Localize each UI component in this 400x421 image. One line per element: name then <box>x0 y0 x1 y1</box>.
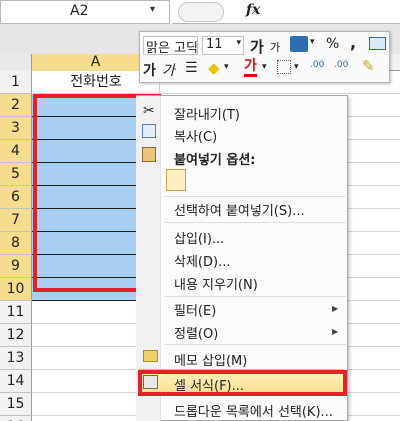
menu-item-paste-special[interactable]: 선택하여 붙여넣기(S)... <box>174 200 305 219</box>
row-header[interactable]: 2 <box>0 94 32 117</box>
scissors-icon: ✂ <box>143 103 155 119</box>
paste-option-clipboard-icon[interactable] <box>166 169 186 191</box>
menu-item-delete[interactable]: 삭제(D)... <box>174 251 230 270</box>
center-align-icon[interactable]: ☰ <box>185 60 197 76</box>
row-header[interactable]: 8 <box>0 232 32 255</box>
copy-icon <box>142 124 156 138</box>
borders-dropdown-icon[interactable]: ▾ <box>294 62 299 72</box>
row-header[interactable]: 13 <box>0 347 32 370</box>
font-size-box[interactable]: 11 ▾ <box>202 36 244 55</box>
submenu-arrow-icon: ▶ <box>332 304 339 313</box>
comment-icon <box>143 350 158 362</box>
menu-item-insert[interactable]: 삽입(I)... <box>174 228 224 247</box>
borders-icon[interactable] <box>277 60 291 74</box>
format-painter-brush-icon[interactable]: ✎ <box>362 57 375 75</box>
format-painter-table-icon[interactable] <box>369 37 386 50</box>
row-header[interactable]: 9 <box>0 255 32 278</box>
row-header[interactable]: 11 <box>0 301 32 324</box>
menu-separator <box>164 222 346 223</box>
insert-function-icon[interactable]: fx <box>246 2 260 18</box>
accounting-dropdown-icon[interactable]: ▾ <box>310 37 315 47</box>
format-cells-highlight-outline <box>138 370 347 396</box>
menu-item-clear-contents[interactable]: 내용 지우기(N) <box>174 274 258 293</box>
menu-separator <box>164 296 346 297</box>
row-header[interactable]: 10 <box>0 278 32 301</box>
row-header[interactable]: 14 <box>0 370 32 393</box>
mini-toolbar: 맑은 고딕 11 ▾ 가 가 ▾ % , 가 가 ☰ ◆ ▾ 가 ▾ ▾ .00 … <box>139 31 390 83</box>
menu-paste-options-header: 붙여넣기 옵션: <box>174 153 256 168</box>
grow-font-button[interactable]: 가 <box>250 36 264 57</box>
font-size-value: 11 <box>206 37 223 52</box>
row-header[interactable]: 12 <box>0 324 32 347</box>
font-color-button[interactable]: 가 <box>244 58 257 77</box>
font-name-box[interactable]: 맑은 고딕 <box>143 36 198 55</box>
row-header[interactable]: 6 <box>0 186 32 209</box>
row-header[interactable]: 4 <box>0 140 32 163</box>
row-header[interactable]: 3 <box>0 117 32 140</box>
increase-decimal-button[interactable]: .00 <box>310 60 324 70</box>
menu-item-pick-from-list[interactable]: 드롭다운 목록에서 선택(K)... <box>174 401 333 420</box>
decrease-decimal-button[interactable]: .00 <box>334 60 348 70</box>
bold-button[interactable]: 가 <box>143 60 156 80</box>
row-header[interactable]: 5 <box>0 163 32 186</box>
row-header[interactable]: 16 <box>0 416 32 421</box>
percent-style-button[interactable]: % <box>326 36 339 52</box>
font-color-dropdown-icon[interactable]: ▾ <box>262 62 267 72</box>
name-box-value: A2 <box>70 3 89 19</box>
submenu-arrow-icon: ▶ <box>332 327 339 336</box>
menu-separator <box>164 344 346 345</box>
row-header[interactable]: 15 <box>0 393 32 416</box>
row-header[interactable]: 7 <box>0 209 32 232</box>
menu-separator <box>164 196 346 197</box>
menu-item-sort[interactable]: 정렬(O) <box>174 323 218 342</box>
comma-style-button[interactable]: , <box>350 33 356 52</box>
paste-icon <box>142 147 156 162</box>
fill-color-icon[interactable]: ◆ <box>208 59 220 77</box>
italic-button[interactable]: 가 <box>162 60 175 80</box>
font-name-value: 맑은 고딕 <box>146 41 198 55</box>
menu-item-cut[interactable]: 잘라내기(T) <box>174 104 240 123</box>
menu-item-copy[interactable]: 복사(C) <box>174 126 217 145</box>
formula-bar-collapse-handle[interactable] <box>178 2 224 22</box>
row-header[interactable]: 1 <box>0 71 32 94</box>
accounting-format-icon[interactable] <box>290 36 308 52</box>
menu-item-insert-comment[interactable]: 메모 삽입(M) <box>174 350 247 369</box>
menu-item-filter[interactable]: 필터(E) <box>174 300 216 319</box>
shrink-font-button[interactable]: 가 <box>270 39 280 55</box>
font-size-dropdown-icon[interactable]: ▾ <box>236 38 241 48</box>
select-all-corner[interactable] <box>0 54 32 71</box>
name-box-dropdown-icon[interactable]: ▾ <box>150 4 155 15</box>
fill-color-dropdown-icon[interactable]: ▾ <box>224 62 229 72</box>
